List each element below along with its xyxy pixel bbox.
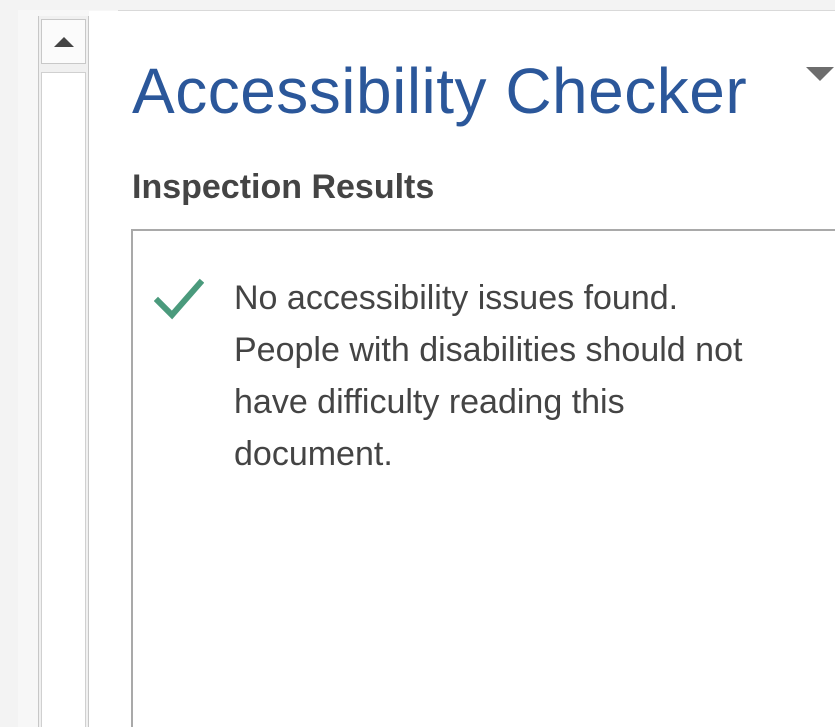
- pane-options-button[interactable]: [804, 64, 835, 84]
- scroll-up-arrow-icon: [53, 36, 74, 47]
- inspection-result-message: No accessibility issues found. People wi…: [234, 279, 743, 473]
- inspection-results-heading: Inspection Results: [132, 168, 435, 206]
- scrollbar-track[interactable]: [41, 72, 86, 727]
- chevron-down-icon: [806, 67, 834, 81]
- checkmark-icon: [154, 278, 204, 320]
- scroll-up-button[interactable]: [41, 19, 86, 64]
- pane-title: Accessibility Checker: [132, 55, 748, 127]
